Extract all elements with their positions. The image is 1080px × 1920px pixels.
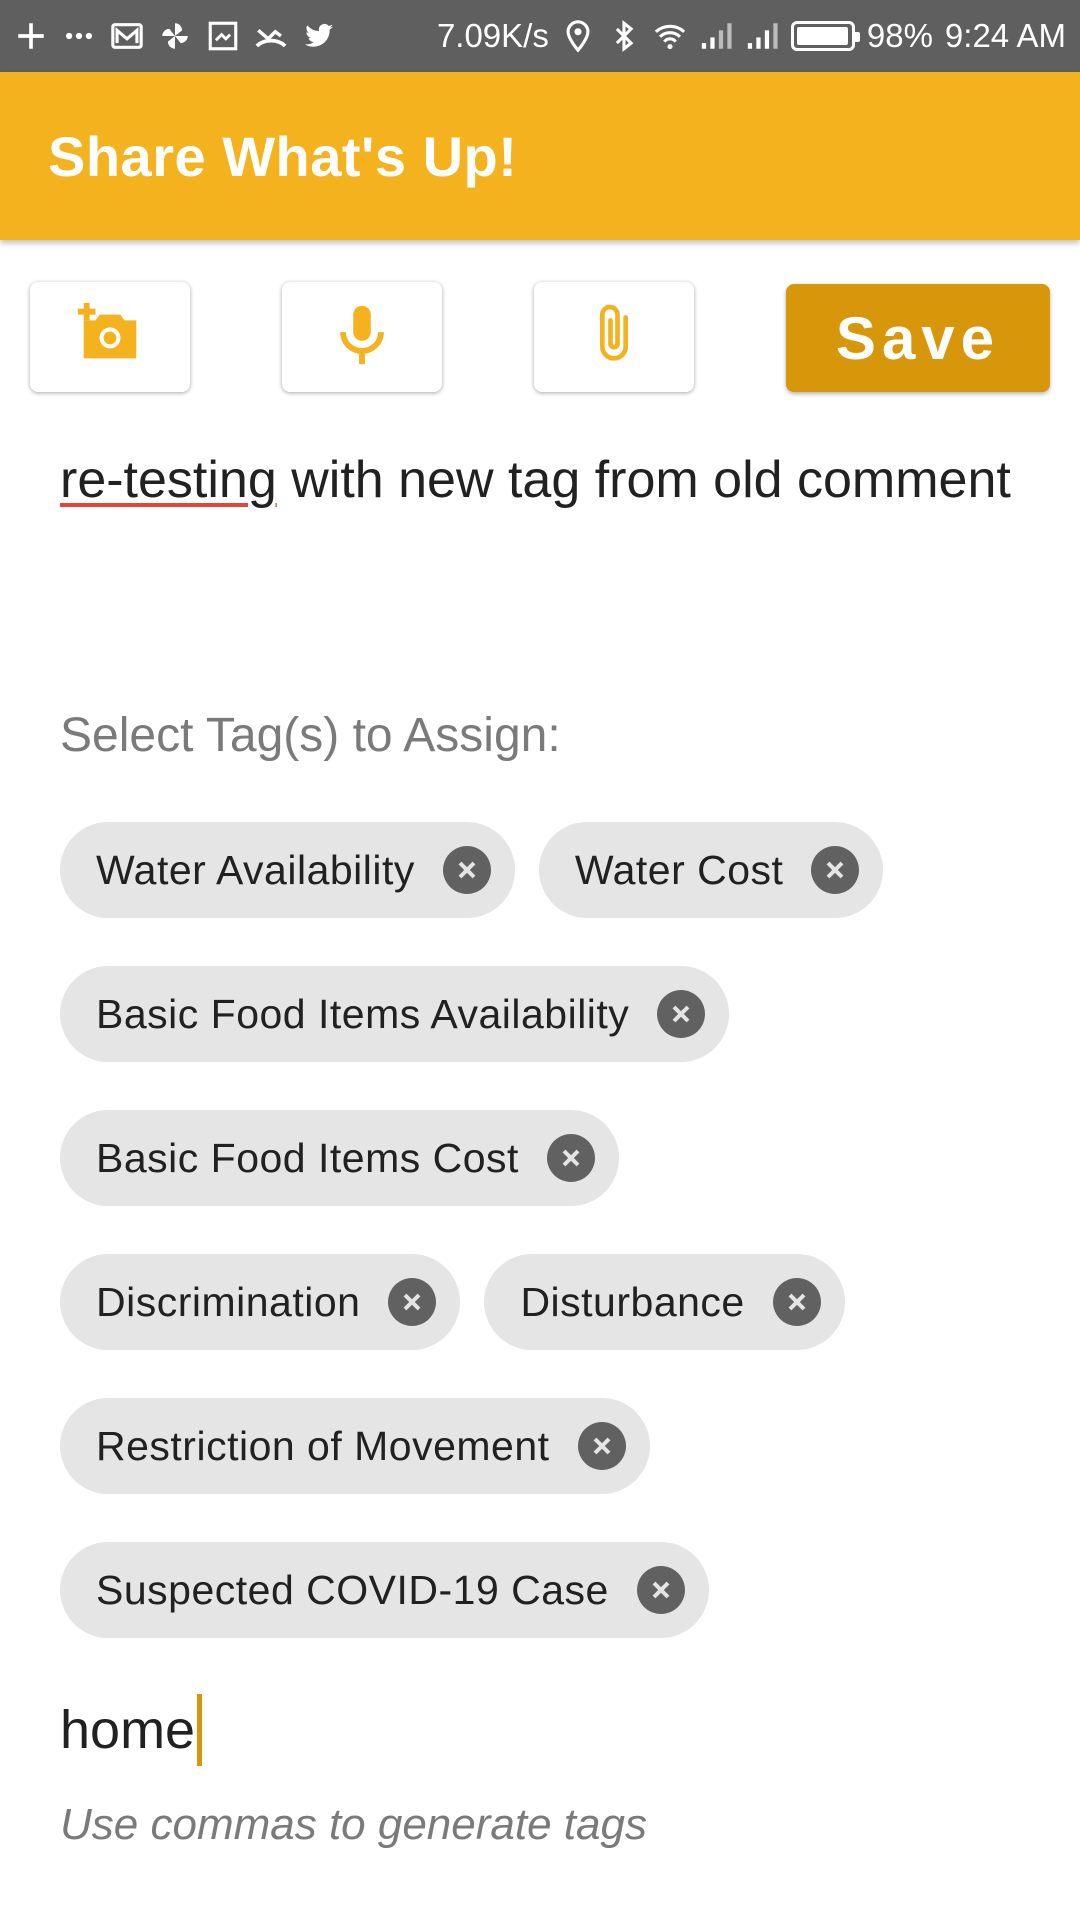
close-icon[interactable]: [772, 1278, 821, 1326]
tag-chip[interactable]: Water Availability: [60, 822, 515, 918]
chip-row: Water Availability Water Cost: [60, 822, 884, 918]
tag-chip-label: Disturbance: [520, 1278, 745, 1325]
tag-chip[interactable]: Basic Food Items Cost: [60, 1110, 619, 1206]
close-icon[interactable]: [577, 1422, 626, 1470]
add-photo-icon: [75, 300, 145, 375]
signal-icon: [745, 19, 779, 53]
chip-row: Basic Food Items Availability: [60, 966, 730, 1062]
clock: 9:24 AM: [944, 17, 1066, 54]
tag-chip-label: Restriction of Movement: [96, 1422, 550, 1469]
chip-row: Restriction of Movement: [60, 1398, 650, 1494]
tag-chip[interactable]: Water Cost: [538, 822, 884, 918]
tag-input[interactable]: home: [60, 1692, 1020, 1768]
tag-chip-label: Basic Food Items Cost: [96, 1134, 519, 1181]
twitter-icon: [302, 19, 336, 53]
chip-row: Discrimination Disturbance: [60, 1254, 845, 1350]
plus-icon: [14, 19, 48, 53]
tag-chip[interactable]: Suspected COVID-19 Case: [60, 1542, 709, 1638]
close-icon[interactable]: [811, 846, 860, 894]
tag-chip-label: Basic Food Items Availability: [96, 990, 630, 1037]
comment-text[interactable]: re-testing with new tag from old comment: [60, 448, 1020, 512]
more-icon: [62, 19, 96, 53]
bluetooth-icon: [607, 19, 641, 53]
app-bar: Share What's Up!: [0, 72, 1080, 240]
pinwheel-icon: [158, 19, 192, 53]
microphone-icon: [327, 300, 397, 375]
tag-chip-label: Suspected COVID-19 Case: [96, 1566, 609, 1613]
battery-percent: 98%: [866, 17, 933, 54]
tag-chip[interactable]: Basic Food Items Availability: [60, 966, 730, 1062]
mail-icon: [110, 19, 144, 53]
chip-row: Basic Food Items Cost: [60, 1110, 619, 1206]
attachment-button[interactable]: [534, 282, 694, 392]
comment-rest: with new tag from old comment: [276, 451, 1011, 509]
page-title: Share What's Up!: [48, 124, 518, 188]
close-icon[interactable]: [546, 1134, 595, 1182]
status-right: 7.09K/s 98% 9:24 AM: [437, 17, 1066, 55]
close-icon[interactable]: [636, 1566, 685, 1614]
tag-input-hint: Use commas to generate tags: [60, 1800, 647, 1849]
close-icon[interactable]: [657, 990, 706, 1038]
misspelled-word[interactable]: re-testing: [60, 451, 277, 509]
status-left-icons: [14, 19, 336, 53]
tag-chip[interactable]: Disturbance: [484, 1254, 845, 1350]
network-speed: 7.09K/s: [436, 17, 549, 54]
close-icon[interactable]: [442, 846, 491, 894]
toolbar: Save: [30, 282, 1050, 394]
attachment-icon: [579, 300, 649, 375]
text-cursor: [197, 1694, 203, 1766]
tag-chip-label: Discrimination: [96, 1278, 361, 1325]
missed-call-icon: [254, 19, 288, 53]
status-bar: 7.09K/s 98% 9:24 AM: [0, 0, 1080, 72]
close-icon[interactable]: [388, 1278, 437, 1326]
microphone-button[interactable]: [282, 282, 442, 392]
tag-input-value: home: [60, 1700, 196, 1760]
wifi-icon: [653, 19, 687, 53]
chip-row: Suspected COVID-19 Case: [60, 1542, 709, 1638]
battery-icon: [790, 21, 860, 51]
location-icon: [561, 19, 595, 53]
tag-chip-label: Water Availability: [96, 846, 415, 893]
signal-icon: [699, 19, 733, 53]
add-photo-button[interactable]: [30, 282, 190, 392]
tag-chip[interactable]: Restriction of Movement: [60, 1398, 650, 1494]
screenshot-icon: [206, 19, 240, 53]
save-button[interactable]: Save: [786, 284, 1050, 392]
tag-chip[interactable]: Discrimination: [60, 1254, 461, 1350]
tags-label: Select Tag(s) to Assign:: [60, 709, 561, 762]
tag-chip-label: Water Cost: [574, 846, 784, 893]
